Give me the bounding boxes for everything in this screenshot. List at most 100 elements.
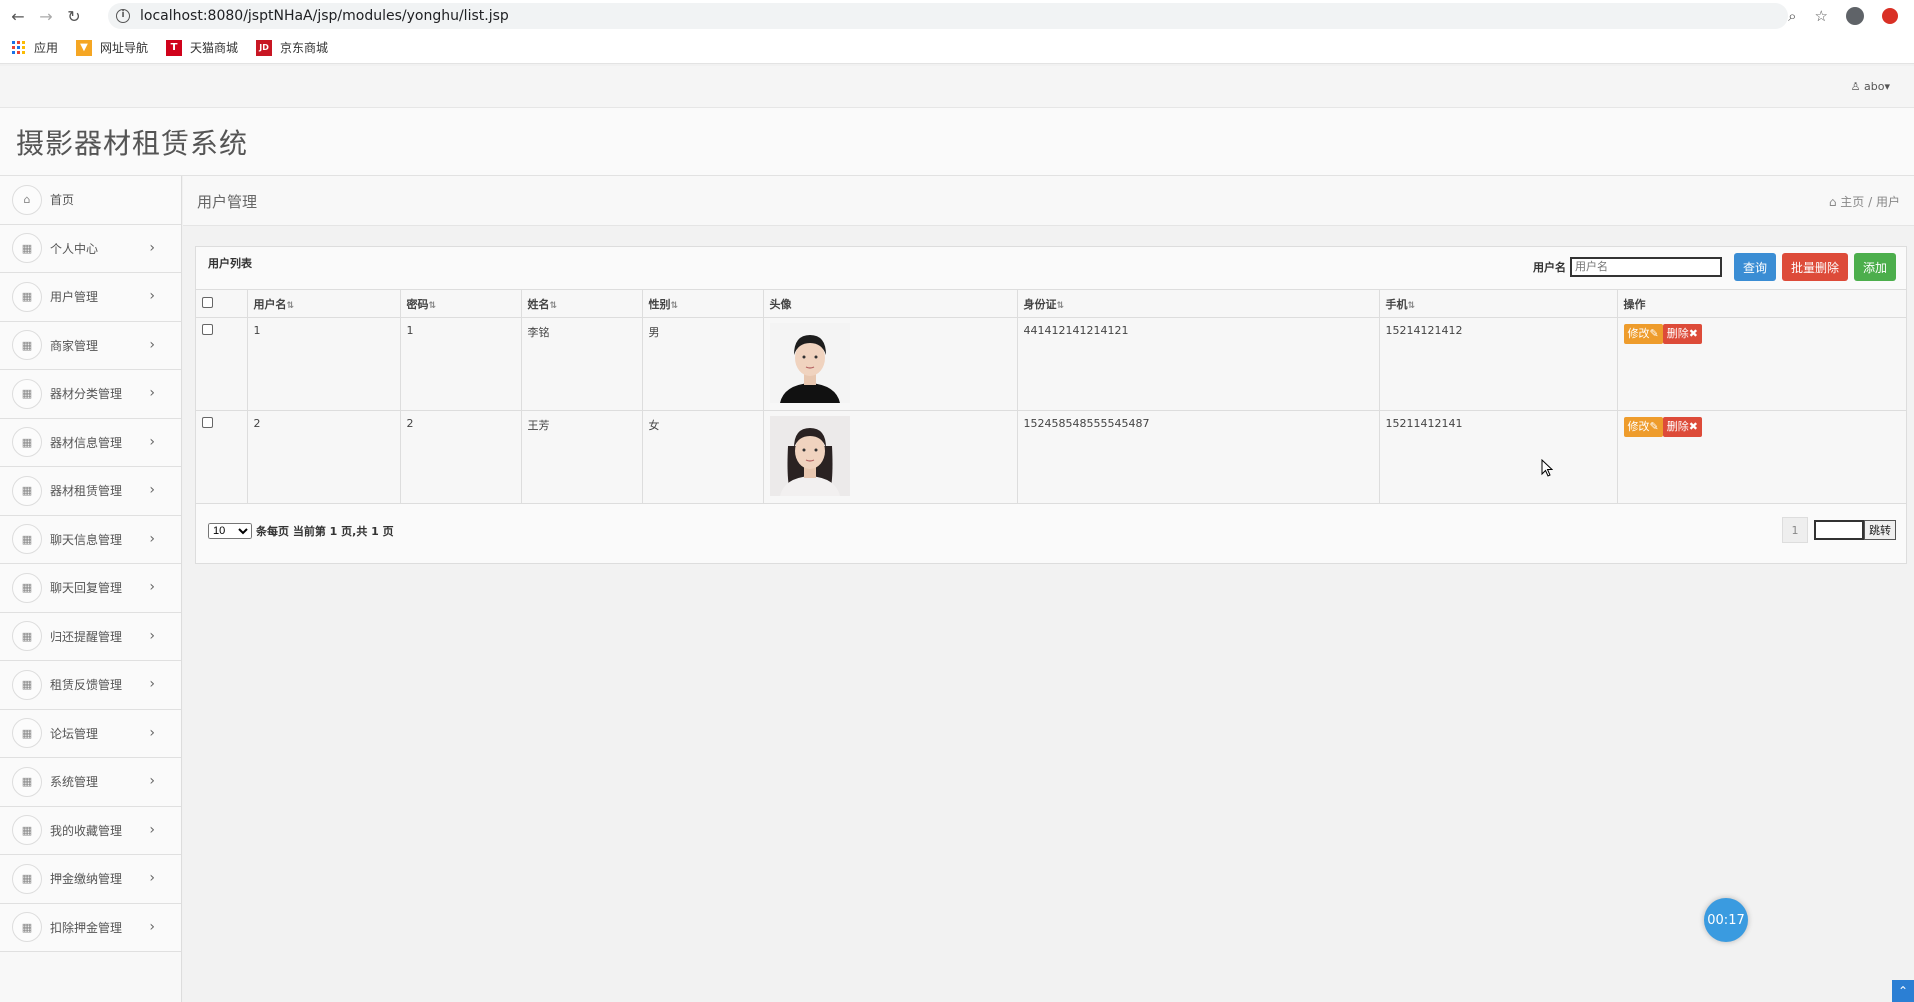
select-all-checkbox[interactable] — [202, 296, 213, 308]
grid-icon: ▦ — [12, 718, 42, 749]
column-header[interactable]: 密码⇅ — [399, 289, 521, 318]
column-header: 操作 — [1616, 289, 1906, 318]
sidebar-item[interactable]: ▦ 系统管理 › — [0, 758, 181, 807]
chevron-right-icon: › — [149, 627, 155, 644]
zoom-icon[interactable]: ⌕ — [1788, 7, 1796, 25]
sidebar-item[interactable]: ▦ 租赁反馈管理 › — [0, 661, 181, 710]
sidebar-item[interactable]: ▦ 器材信息管理 › — [0, 418, 181, 467]
row-checkbox[interactable] — [202, 417, 213, 428]
jump-button[interactable]: 跳转 — [1864, 520, 1896, 540]
sidebar-item[interactable]: ▦ 聊天回复管理 › — [0, 564, 181, 613]
profile-icon[interactable] — [1846, 7, 1864, 25]
close-icon: ✖ — [1688, 420, 1698, 433]
column-header[interactable]: 性别⇅ — [641, 289, 763, 318]
bookmark-tmall[interactable]: T 天猫商城 — [166, 39, 238, 56]
username-search-input[interactable] — [1569, 257, 1722, 277]
cell-gender: 女 — [641, 410, 763, 504]
mouse-cursor-icon — [1541, 459, 1553, 477]
scroll-top-icon[interactable]: ⌃ — [1892, 980, 1914, 1002]
table-row: 1 1 李铭男 441412141214121 15214121412 修改✎ 删除✖ — [196, 317, 1906, 411]
grid-icon: ▦ — [12, 475, 42, 506]
bookmark-jd[interactable]: JD 京东商城 — [256, 39, 328, 56]
breadcrumb-home[interactable]: 主页 — [1840, 195, 1864, 209]
chevron-right-icon: › — [149, 385, 155, 401]
search-label: 用户名 — [1532, 261, 1566, 274]
sort-icon: ⇅ — [428, 300, 437, 311]
edit-button[interactable]: 修改✎ — [1623, 324, 1663, 344]
page-number-button[interactable]: 1 — [1782, 517, 1808, 543]
column-header[interactable]: 手机⇅ — [1378, 289, 1617, 318]
user-list-panel: 用户列表 用户名 查询 批量删除 添加 用户名⇅密码⇅姓名⇅性别⇅头像身份证⇅手… — [195, 246, 1907, 564]
column-header[interactable]: 身份证⇅ — [1016, 289, 1379, 318]
sidebar-item[interactable]: ▦ 论坛管理 › — [0, 709, 181, 758]
caret-down-icon: ▾ — [1884, 80, 1890, 93]
sidebar-item[interactable]: ▦ 器材租赁管理 › — [0, 467, 181, 516]
pager-info: 条每页 当前第 1 页,共 1 页 — [256, 525, 394, 538]
pencil-icon: ✎ — [1649, 420, 1659, 433]
row-select-cell — [196, 410, 247, 504]
back-arrow-icon[interactable]: ← — [4, 2, 32, 30]
bookmark-nav[interactable]: ▼ 网址导航 — [76, 39, 148, 56]
sort-icon: ⇅ — [286, 300, 295, 311]
grid-icon: ▦ — [12, 233, 42, 264]
chevron-right-icon: › — [149, 288, 155, 304]
extension-icon[interactable] — [1882, 8, 1898, 24]
chevron-right-icon: › — [149, 773, 155, 789]
sidebar-item[interactable]: ▦ 扣除押金管理 › — [0, 903, 181, 952]
table-row: 2 2 王芳女 152458548555545487 15211412141 修改✎ 删除✖ — [196, 410, 1906, 504]
column-header[interactable]: 姓名⇅ — [520, 289, 642, 318]
sidebar-item[interactable]: ▦ 归还提醒管理 › — [0, 612, 181, 661]
sidebar-item-label: 归还提醒管理 — [50, 629, 123, 644]
query-button[interactable]: 查询 — [1733, 253, 1776, 281]
page-size-select[interactable]: 10 — [208, 523, 252, 539]
timer-badge[interactable]: 00:17 — [1704, 898, 1748, 942]
sidebar-item[interactable]: ▦ 我的收藏管理 › — [0, 806, 181, 855]
bookmark-apps[interactable]: 应用 — [12, 39, 58, 56]
chevron-right-icon: › — [149, 239, 155, 256]
delete-button[interactable]: 删除✖ — [1662, 417, 1702, 437]
app-topbar: ♙ abo▾ — [0, 66, 1914, 108]
page-jump-input[interactable] — [1814, 520, 1864, 540]
breadcrumb-separator: / — [1868, 195, 1873, 209]
grid-icon: ▦ — [12, 863, 42, 894]
bookmark-star-icon[interactable]: ☆ — [1815, 7, 1828, 25]
user-name: abo — [1864, 80, 1885, 93]
row-checkbox[interactable] — [202, 324, 213, 335]
cell-actions: 修改✎ 删除✖ — [1616, 410, 1906, 504]
column-header[interactable]: 用户名⇅ — [246, 289, 400, 318]
sidebar-item[interactable]: ▦ 用户管理 › — [0, 273, 181, 322]
cell-phone: 15214121412 — [1378, 317, 1617, 411]
sidebar-item-label: 系统管理 — [50, 775, 99, 790]
grid-icon: ▦ — [12, 766, 42, 797]
sidebar-item[interactable]: ▦ 个人中心 › — [0, 224, 181, 273]
batch-delete-button[interactable]: 批量删除 — [1781, 253, 1848, 281]
sidebar-item[interactable]: ▦ 器材分类管理 › — [0, 370, 181, 419]
sidebar-item[interactable]: ▦ 商家管理 › — [0, 321, 181, 370]
breadcrumb: ⌂ 主页 / 用户 — [1829, 193, 1900, 210]
site-info-icon[interactable]: i — [116, 9, 130, 23]
cell-avatar — [762, 317, 1017, 411]
sort-icon: ⇅ — [1407, 300, 1416, 311]
add-button[interactable]: 添加 — [1853, 253, 1896, 281]
address-bar[interactable]: i localhost:8080/jsptNHaA/jsp/modules/yo… — [108, 3, 1788, 29]
sidebar-item-label: 聊天信息管理 — [50, 532, 123, 547]
jd-logo-icon: JD — [256, 39, 273, 56]
cell-id-card: 441412141214121 — [1016, 317, 1379, 411]
sidebar-item[interactable]: ⌂ 首页 — [0, 176, 181, 225]
cell-username: 1 — [246, 317, 400, 411]
grid-icon: ▦ — [12, 572, 42, 603]
delete-button[interactable]: 删除✖ — [1662, 324, 1702, 344]
cell-password: 2 — [399, 410, 521, 504]
grid-icon: ▦ — [12, 378, 42, 409]
sidebar-item[interactable]: ▦ 聊天信息管理 › — [0, 515, 181, 564]
user-menu[interactable]: ♙ abo▾ — [1851, 80, 1890, 93]
apps-grid-icon — [12, 40, 26, 55]
cell-avatar — [762, 410, 1017, 504]
sidebar-item-label: 器材租赁管理 — [50, 484, 123, 499]
column-header: 头像 — [762, 289, 1017, 318]
reload-icon[interactable]: ↻ — [60, 2, 88, 30]
forward-arrow-icon[interactable]: → — [32, 2, 60, 30]
pager: 10 条每页 当前第 1 页,共 1 页 — [208, 523, 394, 539]
edit-button[interactable]: 修改✎ — [1623, 417, 1663, 437]
sidebar-item[interactable]: ▦ 押金缴纳管理 › — [0, 855, 181, 904]
